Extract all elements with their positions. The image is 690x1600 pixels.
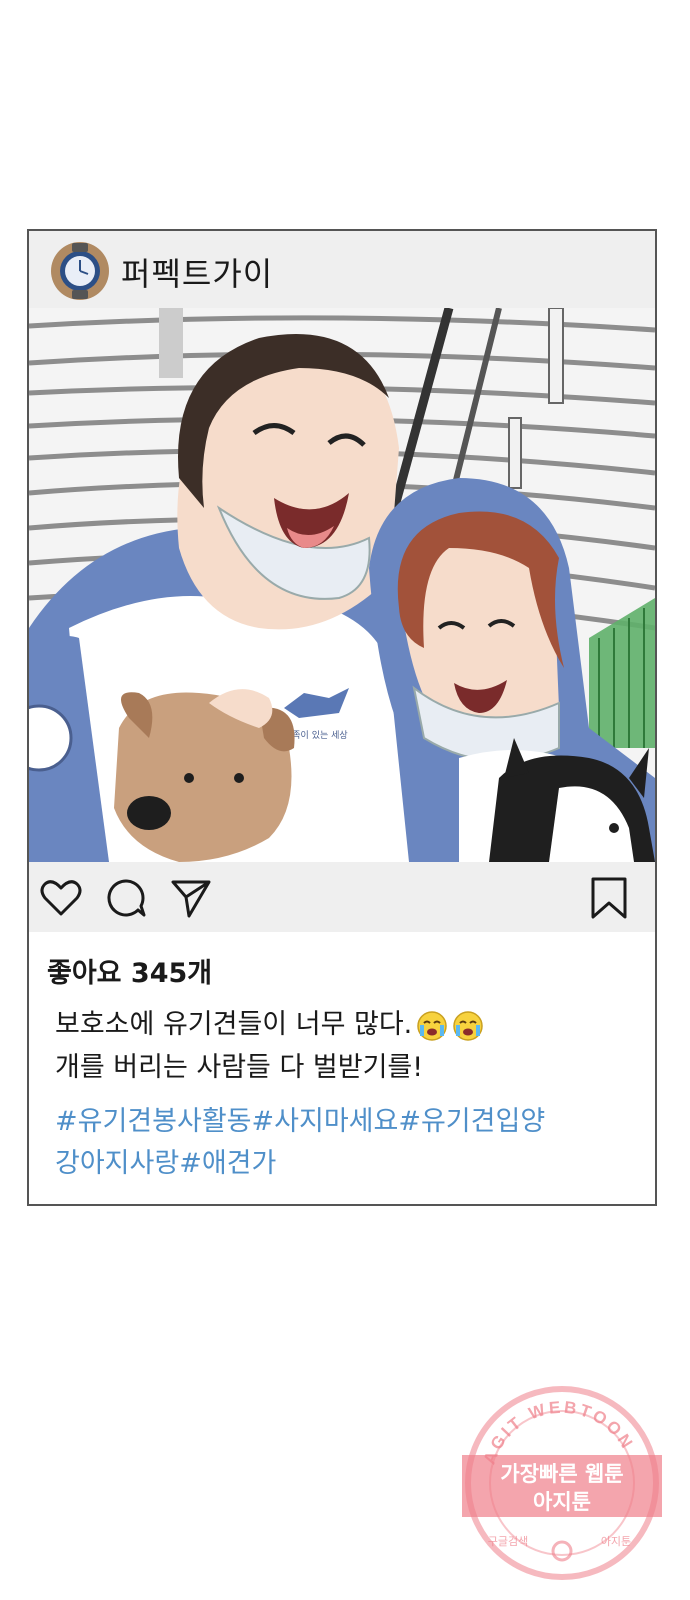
hashtag[interactable]: #유기견입양: [398, 1106, 545, 1137]
post-action-bar: [29, 862, 655, 932]
post-header: 퍼펙트가이: [29, 231, 655, 308]
heart-icon[interactable]: [39, 876, 83, 920]
post-photo[interactable]: 가족이 있는 세상: [29, 308, 655, 862]
hashtag[interactable]: #애견가: [179, 1148, 276, 1179]
hashtag[interactable]: #사지마세요: [252, 1106, 399, 1137]
agit-webtoon-watermark: AGIT WEBTOON 가장빠른 웹툰 아지툰 구글검색 아지툰: [462, 1386, 662, 1580]
brown-dog: [114, 689, 295, 862]
like-count[interactable]: 좋아요 345개: [47, 951, 212, 990]
watermark-line-2: 아지툰: [533, 1490, 591, 1514]
caption-line-1: 보호소에 유기견들이 너무 많다.: [55, 1003, 484, 1046]
black-white-dog: [489, 738, 655, 862]
watermark-bottom-left: 구글검색: [488, 1535, 528, 1548]
google-logo-icon: [551, 1540, 573, 1562]
watermark-line-1: 가장빠른 웹툰: [500, 1462, 623, 1486]
volunteers-with-dogs-illustration: 가족이 있는 세상: [29, 308, 655, 862]
caption-line-2: 개를 버리는 사람들 다 벌받기를!: [55, 1052, 424, 1083]
bookmark-icon[interactable]: [587, 876, 631, 920]
crying-face-icon: [453, 1010, 483, 1041]
hashtag-list: #유기견봉사활동#사지마세요#유기견입양강아지사랑#애견가: [55, 1101, 645, 1185]
profile-avatar[interactable]: [50, 241, 110, 301]
watermark-bottom-right: 아지툰: [601, 1535, 631, 1548]
post-caption: 보호소에 유기견들이 너무 많다. 개를 버리는 사람들 다 벌받기를!: [55, 1003, 484, 1089]
instagram-post-card: 퍼펙트가이 가족이 있는 세상 좋아요 345개 보호소에 유기견들이 너무 많…: [27, 229, 657, 1206]
username[interactable]: 퍼펙트가이: [121, 249, 273, 295]
hashtag[interactable]: #유기견봉사활동: [55, 1106, 252, 1137]
crying-face-icon: [417, 1010, 447, 1041]
comment-icon[interactable]: [104, 876, 148, 920]
share-icon[interactable]: [169, 876, 213, 920]
hashtag[interactable]: 강아지사랑: [55, 1148, 179, 1179]
caption-text-1: 보호소에 유기견들이 너무 많다.: [55, 1009, 413, 1040]
